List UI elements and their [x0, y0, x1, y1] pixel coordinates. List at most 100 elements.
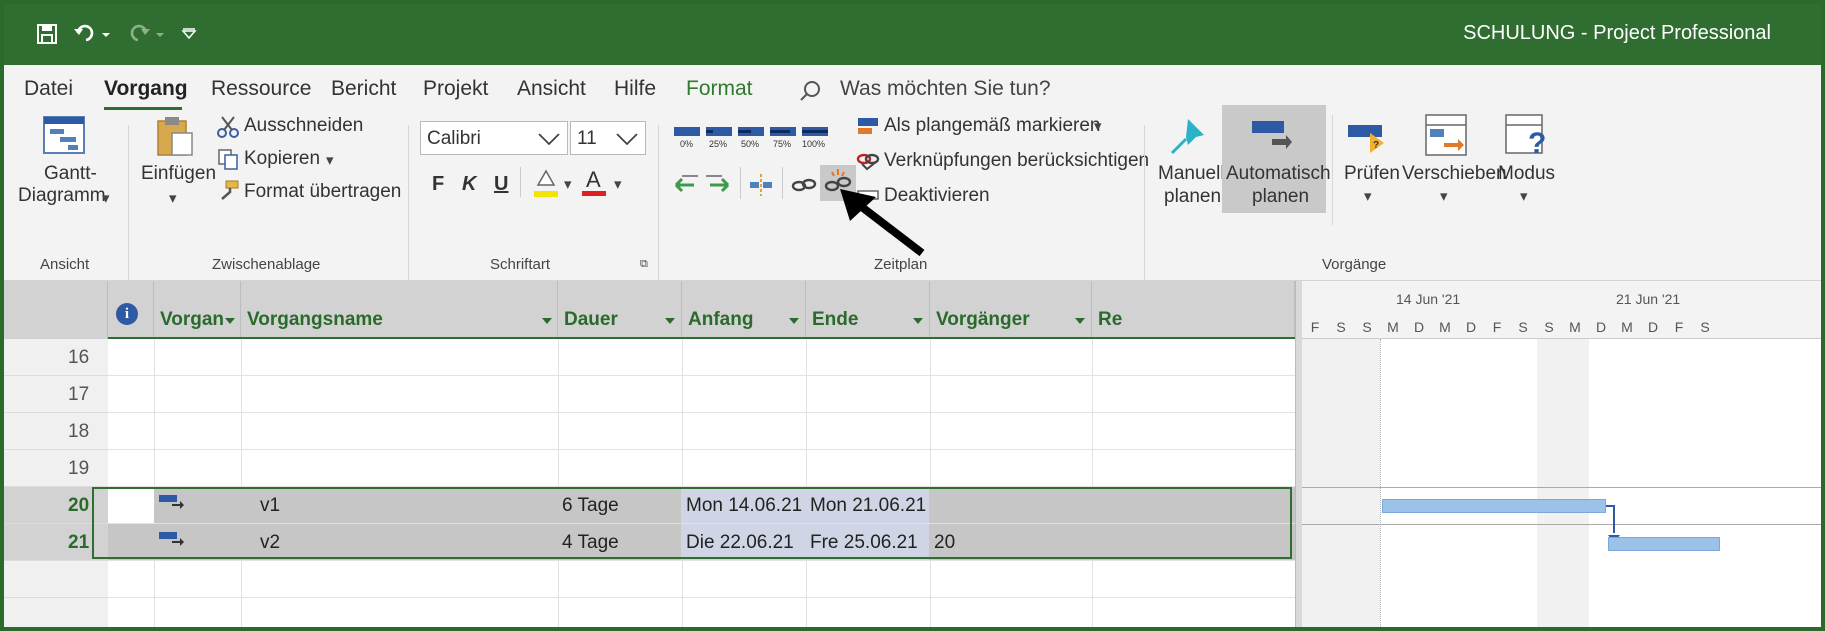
view-splitter[interactable]	[1295, 281, 1302, 627]
tab-hilfe[interactable]: Hilfe	[614, 77, 656, 101]
mark-on-track-icon[interactable]	[856, 115, 880, 144]
column-header-duration[interactable]: Dauer	[558, 281, 682, 339]
move-task-icon[interactable]	[1422, 113, 1470, 162]
auto-schedule-button[interactable]: Automatisch planen	[1222, 105, 1331, 213]
filter-dropdown-icon[interactable]	[224, 317, 236, 325]
column-header-name[interactable]: Vorgangsname	[241, 281, 558, 339]
progress-25-icon[interactable]: 25%	[704, 125, 734, 154]
paste-icon[interactable]	[156, 115, 196, 162]
inspect-dropdown-icon[interactable]: ▾	[1364, 187, 1372, 205]
paste-dropdown-icon[interactable]: ▾	[169, 189, 177, 207]
move-task-dropdown-icon[interactable]: ▾	[1440, 187, 1448, 205]
gantt-dropdown-icon[interactable]: ▾	[102, 189, 110, 207]
copy-button[interactable]: Kopieren	[244, 148, 320, 170]
save-icon[interactable]	[32, 18, 62, 50]
search-icon[interactable]	[799, 79, 823, 108]
tab-vorgang[interactable]: Vorgang	[104, 77, 188, 101]
undo-icon[interactable]	[70, 18, 114, 50]
bold-button[interactable]: F	[432, 173, 444, 196]
table-row[interactable]	[108, 339, 1295, 376]
row-header[interactable]	[4, 561, 108, 598]
column-header-end[interactable]: Ende	[806, 281, 930, 339]
row-header[interactable]: 16	[4, 339, 108, 376]
respect-links-icon[interactable]	[856, 148, 880, 177]
gantt-bar-v1[interactable]	[1382, 499, 1606, 513]
tell-me-search[interactable]: Was möchten Sie tun?	[840, 77, 1051, 101]
font-color-icon[interactable]: A	[580, 165, 608, 204]
mode-dropdown-icon[interactable]: ▾	[1520, 187, 1528, 205]
dialog-launcher-icon[interactable]: ⧉	[640, 258, 648, 271]
row-header[interactable]: 18	[4, 413, 108, 450]
copy-dropdown-icon[interactable]: ▾	[326, 151, 334, 169]
column-header-start[interactable]: Anfang	[682, 281, 806, 339]
inspect-button[interactable]: Prüfen	[1344, 163, 1400, 185]
italic-button[interactable]: K	[462, 173, 476, 196]
tab-projekt[interactable]: Projekt	[423, 77, 488, 101]
manual-schedule-button-line2[interactable]: planen	[1164, 186, 1221, 208]
table-row[interactable]	[108, 450, 1295, 487]
table-row[interactable]	[108, 598, 1295, 627]
font-family-select[interactable]: Calibri	[420, 121, 568, 155]
font-color-dropdown-icon[interactable]: ▾	[614, 175, 622, 193]
column-header-info[interactable]: i	[108, 281, 154, 339]
font-size-select[interactable]: 11	[570, 121, 646, 155]
tab-bericht[interactable]: Bericht	[331, 77, 396, 101]
column-header-predecessors[interactable]: Vorgänger	[930, 281, 1092, 339]
table-row[interactable]	[108, 561, 1295, 598]
underline-button[interactable]: U	[494, 173, 508, 196]
customize-qat-icon[interactable]	[176, 18, 202, 50]
respect-links-button[interactable]: Verknüpfungen berücksichtigen	[884, 150, 1149, 172]
table-row[interactable]	[108, 413, 1295, 450]
column-header-resources[interactable]: Re	[1092, 281, 1295, 339]
row-header[interactable]: 17	[4, 376, 108, 413]
tab-ansicht[interactable]: Ansicht	[517, 77, 586, 101]
progress-75-icon[interactable]: 75%	[768, 125, 798, 154]
mode-button[interactable]: Modus	[1498, 163, 1555, 185]
row-header[interactable]	[4, 598, 108, 627]
link-tasks-icon[interactable]	[790, 171, 818, 204]
move-task-button[interactable]: Verschieben	[1402, 163, 1507, 185]
progress-0-icon[interactable]: 0%	[672, 125, 702, 154]
group-zwischenablage-label: Zwischenablage	[212, 256, 321, 273]
format-painter-icon[interactable]	[216, 179, 240, 208]
gantt-bar-v2[interactable]	[1608, 537, 1720, 551]
highlight-color-icon[interactable]	[532, 167, 560, 204]
outdent-icon[interactable]	[672, 171, 700, 204]
filter-dropdown-icon[interactable]	[541, 317, 553, 325]
gantt-button-label-1[interactable]: Gantt-	[44, 163, 97, 185]
group-separator	[128, 125, 129, 280]
tab-datei[interactable]: Datei	[24, 77, 73, 101]
cut-button[interactable]: Ausschneiden	[244, 115, 363, 137]
progress-100-icon[interactable]: 100%	[800, 125, 830, 154]
paste-button[interactable]: Einfügen	[141, 163, 216, 185]
tab-format[interactable]: Format	[686, 77, 753, 101]
mode-icon[interactable]: ?	[1504, 113, 1550, 162]
inspect-icon[interactable]: ?	[1346, 119, 1390, 164]
row-header[interactable]: 19	[4, 450, 108, 487]
gantt-button-label-2[interactable]: Diagramm	[18, 185, 106, 207]
separator	[782, 167, 783, 199]
format-painter-button[interactable]: Format übertragen	[244, 181, 401, 203]
split-task-icon[interactable]	[748, 171, 774, 204]
select-all-corner[interactable]	[4, 281, 108, 339]
highlight-dropdown-icon[interactable]: ▾	[564, 175, 572, 193]
filter-dropdown-icon[interactable]	[1074, 317, 1086, 325]
annotation-arrow-icon	[840, 189, 930, 264]
redo-icon[interactable]	[124, 18, 168, 50]
manual-schedule-button[interactable]: Manuell	[1158, 163, 1225, 185]
progress-50-icon[interactable]: 50%	[736, 125, 766, 154]
mark-on-track-button[interactable]: Als plangemäß markieren	[884, 115, 1100, 137]
selection-outline	[92, 487, 1292, 559]
filter-dropdown-icon[interactable]	[664, 317, 676, 325]
cut-icon[interactable]	[216, 115, 240, 144]
copy-icon[interactable]	[216, 147, 240, 176]
table-row[interactable]	[108, 376, 1295, 413]
filter-dropdown-icon[interactable]	[912, 317, 924, 325]
tab-ressource[interactable]: Ressource	[211, 77, 311, 101]
pin-icon[interactable]	[1166, 115, 1210, 164]
indent-icon[interactable]	[704, 171, 732, 204]
gantt-view-icon[interactable]	[42, 115, 86, 160]
column-header-mode[interactable]: Vorgan	[154, 281, 241, 339]
mark-on-track-dropdown-icon[interactable]: ▾	[1094, 117, 1102, 135]
filter-dropdown-icon[interactable]	[788, 317, 800, 325]
